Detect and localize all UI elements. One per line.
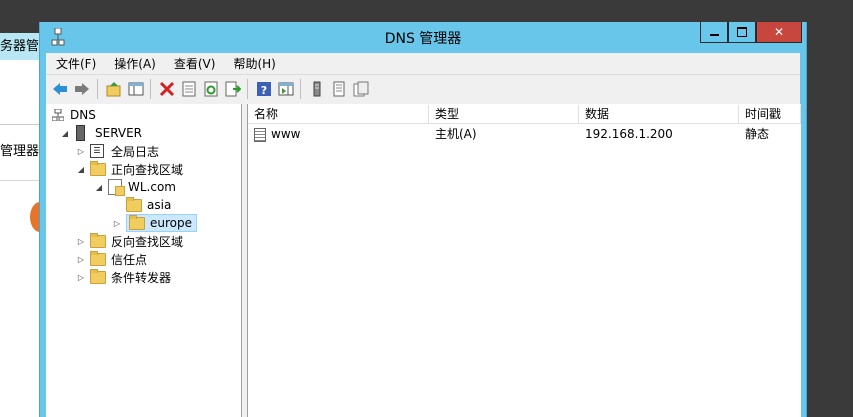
- zone-icon: [108, 179, 125, 196]
- export-icon[interactable]: [225, 81, 241, 97]
- tree-item-asia[interactable]: asia: [126, 196, 171, 214]
- action-pane-icon[interactable]: [278, 81, 294, 97]
- toolbar: ?: [46, 74, 800, 105]
- zone-icon[interactable]: [331, 81, 347, 97]
- folder-icon: [90, 160, 106, 176]
- console-tree: DNS ◢ SERVER ▷ ☰ 全局日志 ◢ 正向查找区域 ◢ WL.com: [46, 104, 242, 417]
- folder-icon: [90, 268, 106, 284]
- desktop-background-right: [805, 0, 853, 417]
- toolbar-separator: [150, 79, 151, 99]
- tree-item-dns[interactable]: DNS: [52, 106, 96, 124]
- folder-icon: [90, 232, 106, 248]
- folder-icon: [129, 214, 145, 230]
- background-window-title: 务器管: [0, 39, 40, 54]
- tree-label: 反向查找区域: [111, 234, 184, 249]
- record-icon: [254, 127, 266, 142]
- selected-item[interactable]: europe: [126, 214, 197, 232]
- tree-item-europe[interactable]: ▷ europe: [112, 214, 197, 232]
- record-name: www: [271, 127, 301, 141]
- maximize-button[interactable]: [728, 22, 756, 43]
- dns-icon: [52, 109, 64, 121]
- menu-help[interactable]: 帮助(H): [223, 55, 283, 72]
- column-header-timestamp[interactable]: 时间戳: [739, 105, 801, 124]
- minimize-icon: [709, 34, 719, 36]
- minimize-button[interactable]: [700, 22, 728, 43]
- tree-label: 全局日志: [111, 144, 160, 159]
- forward-icon[interactable]: [74, 81, 90, 97]
- tree-label: asia: [147, 198, 172, 212]
- server-icon: [76, 125, 85, 141]
- svg-text:?: ?: [261, 84, 267, 97]
- expanded-icon[interactable]: ◢: [94, 183, 104, 192]
- dns-manager-window: DNS 管理器 ✕ 文件(F) 操作(A) 查看(V) 帮助(H) ? DNS …: [39, 22, 807, 417]
- show-tree-icon[interactable]: [128, 81, 144, 97]
- record-type: 主机(A): [435, 127, 477, 141]
- background-window-titlebar[interactable]: 务器管: [0, 33, 40, 60]
- folder-icon: [90, 250, 106, 266]
- collapsed-icon[interactable]: ▷: [76, 273, 86, 282]
- records-list: 名称 类型 数据 时间戳 www 主机(A) 192.168.1.200 静态: [247, 104, 801, 417]
- collapsed-icon[interactable]: ▷: [76, 147, 86, 156]
- collapsed-icon[interactable]: ▷: [76, 237, 86, 246]
- collapsed-icon[interactable]: ▷: [112, 219, 122, 228]
- toolbar-separator: [97, 79, 98, 99]
- menu-view[interactable]: 查看(V): [164, 55, 224, 72]
- record-timestamp: 静态: [745, 127, 770, 141]
- maximize-icon: [737, 27, 747, 37]
- column-header-type[interactable]: 类型: [429, 105, 579, 124]
- log-icon: ☰: [90, 144, 104, 158]
- record-name-cell: www: [254, 125, 300, 143]
- record-icon[interactable]: [353, 81, 369, 97]
- tree-label: 条件转发器: [111, 270, 172, 285]
- tree-item-server[interactable]: ◢ SERVER: [60, 124, 142, 142]
- table-row[interactable]: www 主机(A) 192.168.1.200 静态: [248, 125, 801, 143]
- close-button[interactable]: ✕: [756, 22, 802, 43]
- window-title: DNS 管理器: [384, 31, 462, 47]
- expanded-icon[interactable]: ◢: [60, 129, 70, 138]
- tree-label: WL.com: [128, 180, 176, 194]
- folder-icon: [126, 196, 142, 212]
- desktop-background: [0, 0, 40, 33]
- help-icon[interactable]: ?: [256, 81, 272, 97]
- tree-label: 正向查找区域: [111, 162, 184, 177]
- tree-label: DNS: [70, 108, 96, 122]
- expanded-icon[interactable]: ◢: [76, 165, 86, 174]
- properties-icon[interactable]: [181, 81, 197, 97]
- main-content: DNS ◢ SERVER ▷ ☰ 全局日志 ◢ 正向查找区域 ◢ WL.com: [46, 104, 801, 417]
- background-window-label: 管理器: [0, 144, 40, 159]
- menu-file[interactable]: 文件(F): [46, 55, 104, 72]
- tree-label: europe: [150, 216, 192, 230]
- tree-item-conditional-forwarders[interactable]: ▷ 条件转发器: [76, 268, 171, 286]
- tree-item-zone[interactable]: ◢ WL.com: [94, 178, 176, 196]
- background-divider: [0, 124, 40, 125]
- server-icon[interactable]: [309, 81, 325, 97]
- close-icon: ✕: [773, 25, 785, 39]
- tree-item-forward-zones[interactable]: ◢ 正向查找区域: [76, 160, 183, 178]
- refresh-icon[interactable]: [203, 81, 219, 97]
- menu-action[interactable]: 操作(A): [104, 55, 164, 72]
- record-data: 192.168.1.200: [585, 127, 673, 141]
- tree-label: 信任点: [111, 252, 148, 267]
- tree-item-global-log[interactable]: ▷ ☰ 全局日志: [76, 142, 159, 160]
- up-folder-icon[interactable]: [106, 81, 122, 97]
- column-header-name[interactable]: 名称: [248, 105, 429, 124]
- toolbar-separator: [247, 79, 248, 99]
- delete-icon[interactable]: [159, 81, 175, 97]
- back-icon[interactable]: [52, 81, 68, 97]
- tree-label: SERVER: [95, 126, 143, 140]
- tree-item-reverse-zones[interactable]: ▷ 反向查找区域: [76, 232, 183, 250]
- toolbar-separator: [300, 79, 301, 99]
- title-bar[interactable]: DNS 管理器 ✕: [40, 22, 806, 53]
- background-divider-2: [0, 180, 40, 181]
- tree-item-trust-points[interactable]: ▷ 信任点: [76, 250, 147, 268]
- menu-bar: 文件(F) 操作(A) 查看(V) 帮助(H): [46, 53, 800, 74]
- collapsed-icon[interactable]: ▷: [76, 255, 86, 264]
- column-header-data[interactable]: 数据: [579, 105, 739, 124]
